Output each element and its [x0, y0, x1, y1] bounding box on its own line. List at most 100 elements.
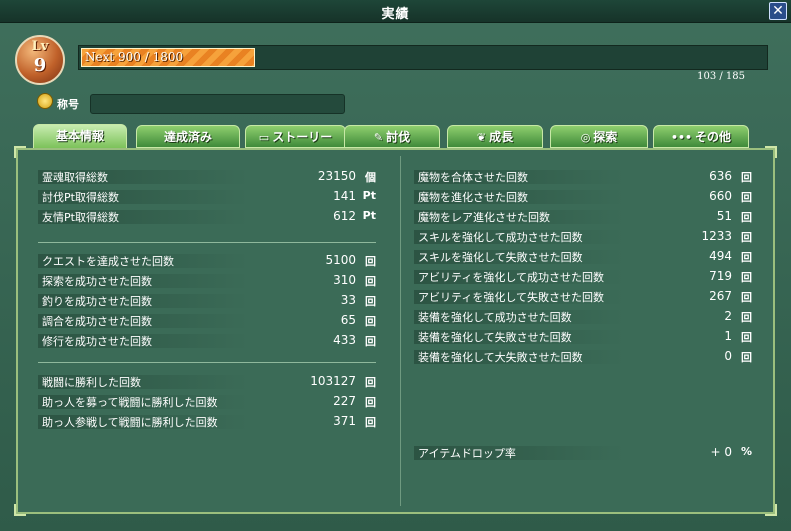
stat-row: クエストを達成させた回数 5100 回	[38, 251, 376, 269]
stat-row: 装備を強化して成功させた回数 2 回	[414, 307, 752, 325]
stat-unit: 回	[741, 271, 752, 284]
stat-value: 433	[333, 333, 356, 347]
close-button[interactable]: ✕	[769, 2, 787, 20]
item-drop-label: アイテムドロップ率	[418, 447, 516, 460]
stat-label: 霊魂取得総数	[42, 171, 108, 184]
stat-label: 助っ人を募って戦闘に勝利した回数	[42, 396, 218, 409]
stat-row: 釣りを成功させた回数 33 回	[38, 291, 376, 309]
stat-value: 1	[724, 329, 732, 343]
stat-unit: 回	[741, 251, 752, 264]
stat-unit: 回	[365, 295, 376, 308]
stat-label: 探索を成功させた回数	[42, 275, 152, 288]
tab-3[interactable]: ▭ ストーリー	[245, 125, 346, 148]
stat-row: 魔物を合体させた回数 636 回	[414, 167, 752, 185]
stat-unit: 回	[365, 315, 376, 328]
tab-7[interactable]: ••• その他	[653, 125, 749, 148]
stat-row: 霊魂取得総数 23150 個	[38, 167, 376, 185]
stat-unit: 回	[365, 396, 376, 409]
stat-value: 227	[333, 394, 356, 408]
stat-value: 5100	[325, 253, 356, 267]
stat-label: 魔物をレア進化させた回数	[418, 211, 550, 224]
stat-unit: 回	[365, 416, 376, 429]
stat-value: 23150	[317, 169, 356, 183]
stat-row: 修行を成功させた回数 433 回	[38, 331, 376, 349]
section-separator	[38, 242, 376, 243]
window-title: 実績	[381, 7, 410, 22]
book-icon: ▭	[258, 130, 270, 144]
stat-value: 660	[709, 189, 732, 203]
stat-value: 494	[709, 249, 732, 263]
tab-label: 達成済み	[163, 130, 212, 144]
stat-value: 103127	[310, 374, 356, 388]
stat-row: 戦闘に勝利した回数 103127 回	[38, 372, 376, 390]
stat-unit: 回	[741, 231, 752, 244]
stat-value: 65	[340, 313, 356, 327]
title-label: 称号	[57, 98, 79, 111]
stat-value: 371	[333, 414, 356, 428]
stat-value: 310	[333, 273, 356, 287]
stat-label: スキルを強化して成功させた回数	[418, 231, 583, 244]
stat-row: 助っ人を募って戦闘に勝利した回数 227 回	[38, 392, 376, 410]
panel-corner-ornament	[14, 146, 26, 158]
stat-label: 友情Pt取得総数	[42, 211, 119, 224]
stat-label: 装備を強化して成功させた回数	[418, 311, 572, 324]
stat-unit: 回	[365, 335, 376, 348]
level-value: 9	[33, 55, 47, 76]
stat-row: 装備を強化して大失敗させた回数 0 回	[414, 347, 752, 365]
stat-value: 636	[709, 169, 732, 183]
stat-unit: 回	[741, 351, 752, 364]
stat-value: 612	[333, 209, 356, 223]
tab-1[interactable]: 基本情報	[33, 124, 127, 149]
item-drop-unit: %	[740, 445, 752, 458]
stat-label: 修行を成功させた回数	[42, 335, 152, 348]
stat-label: 釣りを成功させた回数	[42, 295, 152, 308]
panel-corner-ornament	[14, 504, 26, 516]
stat-label: 魔物を進化させた回数	[418, 191, 528, 204]
stat-label: スキルを強化して失敗させた回数	[418, 251, 583, 264]
tab-5[interactable]: ❦ 成長	[447, 125, 543, 148]
stat-value: 33	[340, 293, 356, 307]
stat-label: アビリティを強化して成功させた回数	[418, 271, 605, 284]
stat-value: 141	[333, 189, 356, 203]
stat-label: 魔物を合体させた回数	[418, 171, 528, 184]
stat-unit: 回	[365, 275, 376, 288]
sprout-icon: ❦	[476, 130, 487, 144]
stat-unit: Pt	[362, 209, 376, 222]
magnifier-icon: ◎	[580, 130, 591, 144]
stat-label: 装備を強化して大失敗させた回数	[418, 351, 583, 364]
stat-unit: 回	[365, 255, 376, 268]
stat-row: スキルを強化して失敗させた回数 494 回	[414, 247, 752, 265]
experience-text: Next 900 / 1800	[85, 50, 184, 64]
stat-unit: 個	[365, 171, 376, 184]
item-drop-value: + 0	[710, 445, 732, 459]
stat-unit: 回	[741, 331, 752, 344]
stat-row: 助っ人参戦して戦闘に勝利した回数 371 回	[38, 412, 376, 430]
stat-unit: Pt	[362, 189, 376, 202]
stat-label: 助っ人参戦して戦闘に勝利した回数	[42, 416, 218, 429]
stat-unit: 回	[741, 191, 752, 204]
stats-panel: 霊魂取得総数 23150 個討伐Pt取得総数 141 Pt 友情Pt取得総数 612 Pt クエ…	[14, 146, 777, 516]
stat-unit: 回	[741, 311, 752, 324]
stat-value: 1233	[701, 229, 732, 243]
title-field	[90, 94, 345, 114]
tab-label: 討伐	[386, 130, 411, 144]
panel-corner-ornament	[765, 504, 777, 516]
stat-value: 267	[709, 289, 732, 303]
stat-unit: 回	[741, 171, 752, 184]
dots-icon: •••	[670, 130, 693, 144]
stat-row: 魔物をレア進化させた回数 51 回	[414, 207, 752, 225]
stat-row: 討伐Pt取得総数 141 Pt	[38, 187, 376, 205]
stat-row: スキルを強化して成功させた回数 1233 回	[414, 227, 752, 245]
achievement-count: 103 / 185	[697, 71, 745, 82]
stat-unit: 回	[365, 376, 376, 389]
tab-6[interactable]: ◎ 探索	[550, 125, 648, 148]
stat-label: アビリティを強化して失敗させた回数	[418, 291, 605, 304]
experience-bar: Next 900 / 1800	[78, 45, 768, 70]
stat-value: 0	[724, 349, 732, 363]
stat-row: 装備を強化して失敗させた回数 1 回	[414, 327, 752, 345]
stat-row: 友情Pt取得総数 612 Pt	[38, 207, 376, 225]
tab-2[interactable]: 達成済み	[136, 125, 240, 148]
tab-4[interactable]: ✎ 討伐	[344, 125, 440, 148]
item-drop-row: アイテムドロップ率 + 0%	[414, 443, 752, 461]
stat-label: クエストを達成させた回数	[42, 255, 174, 268]
